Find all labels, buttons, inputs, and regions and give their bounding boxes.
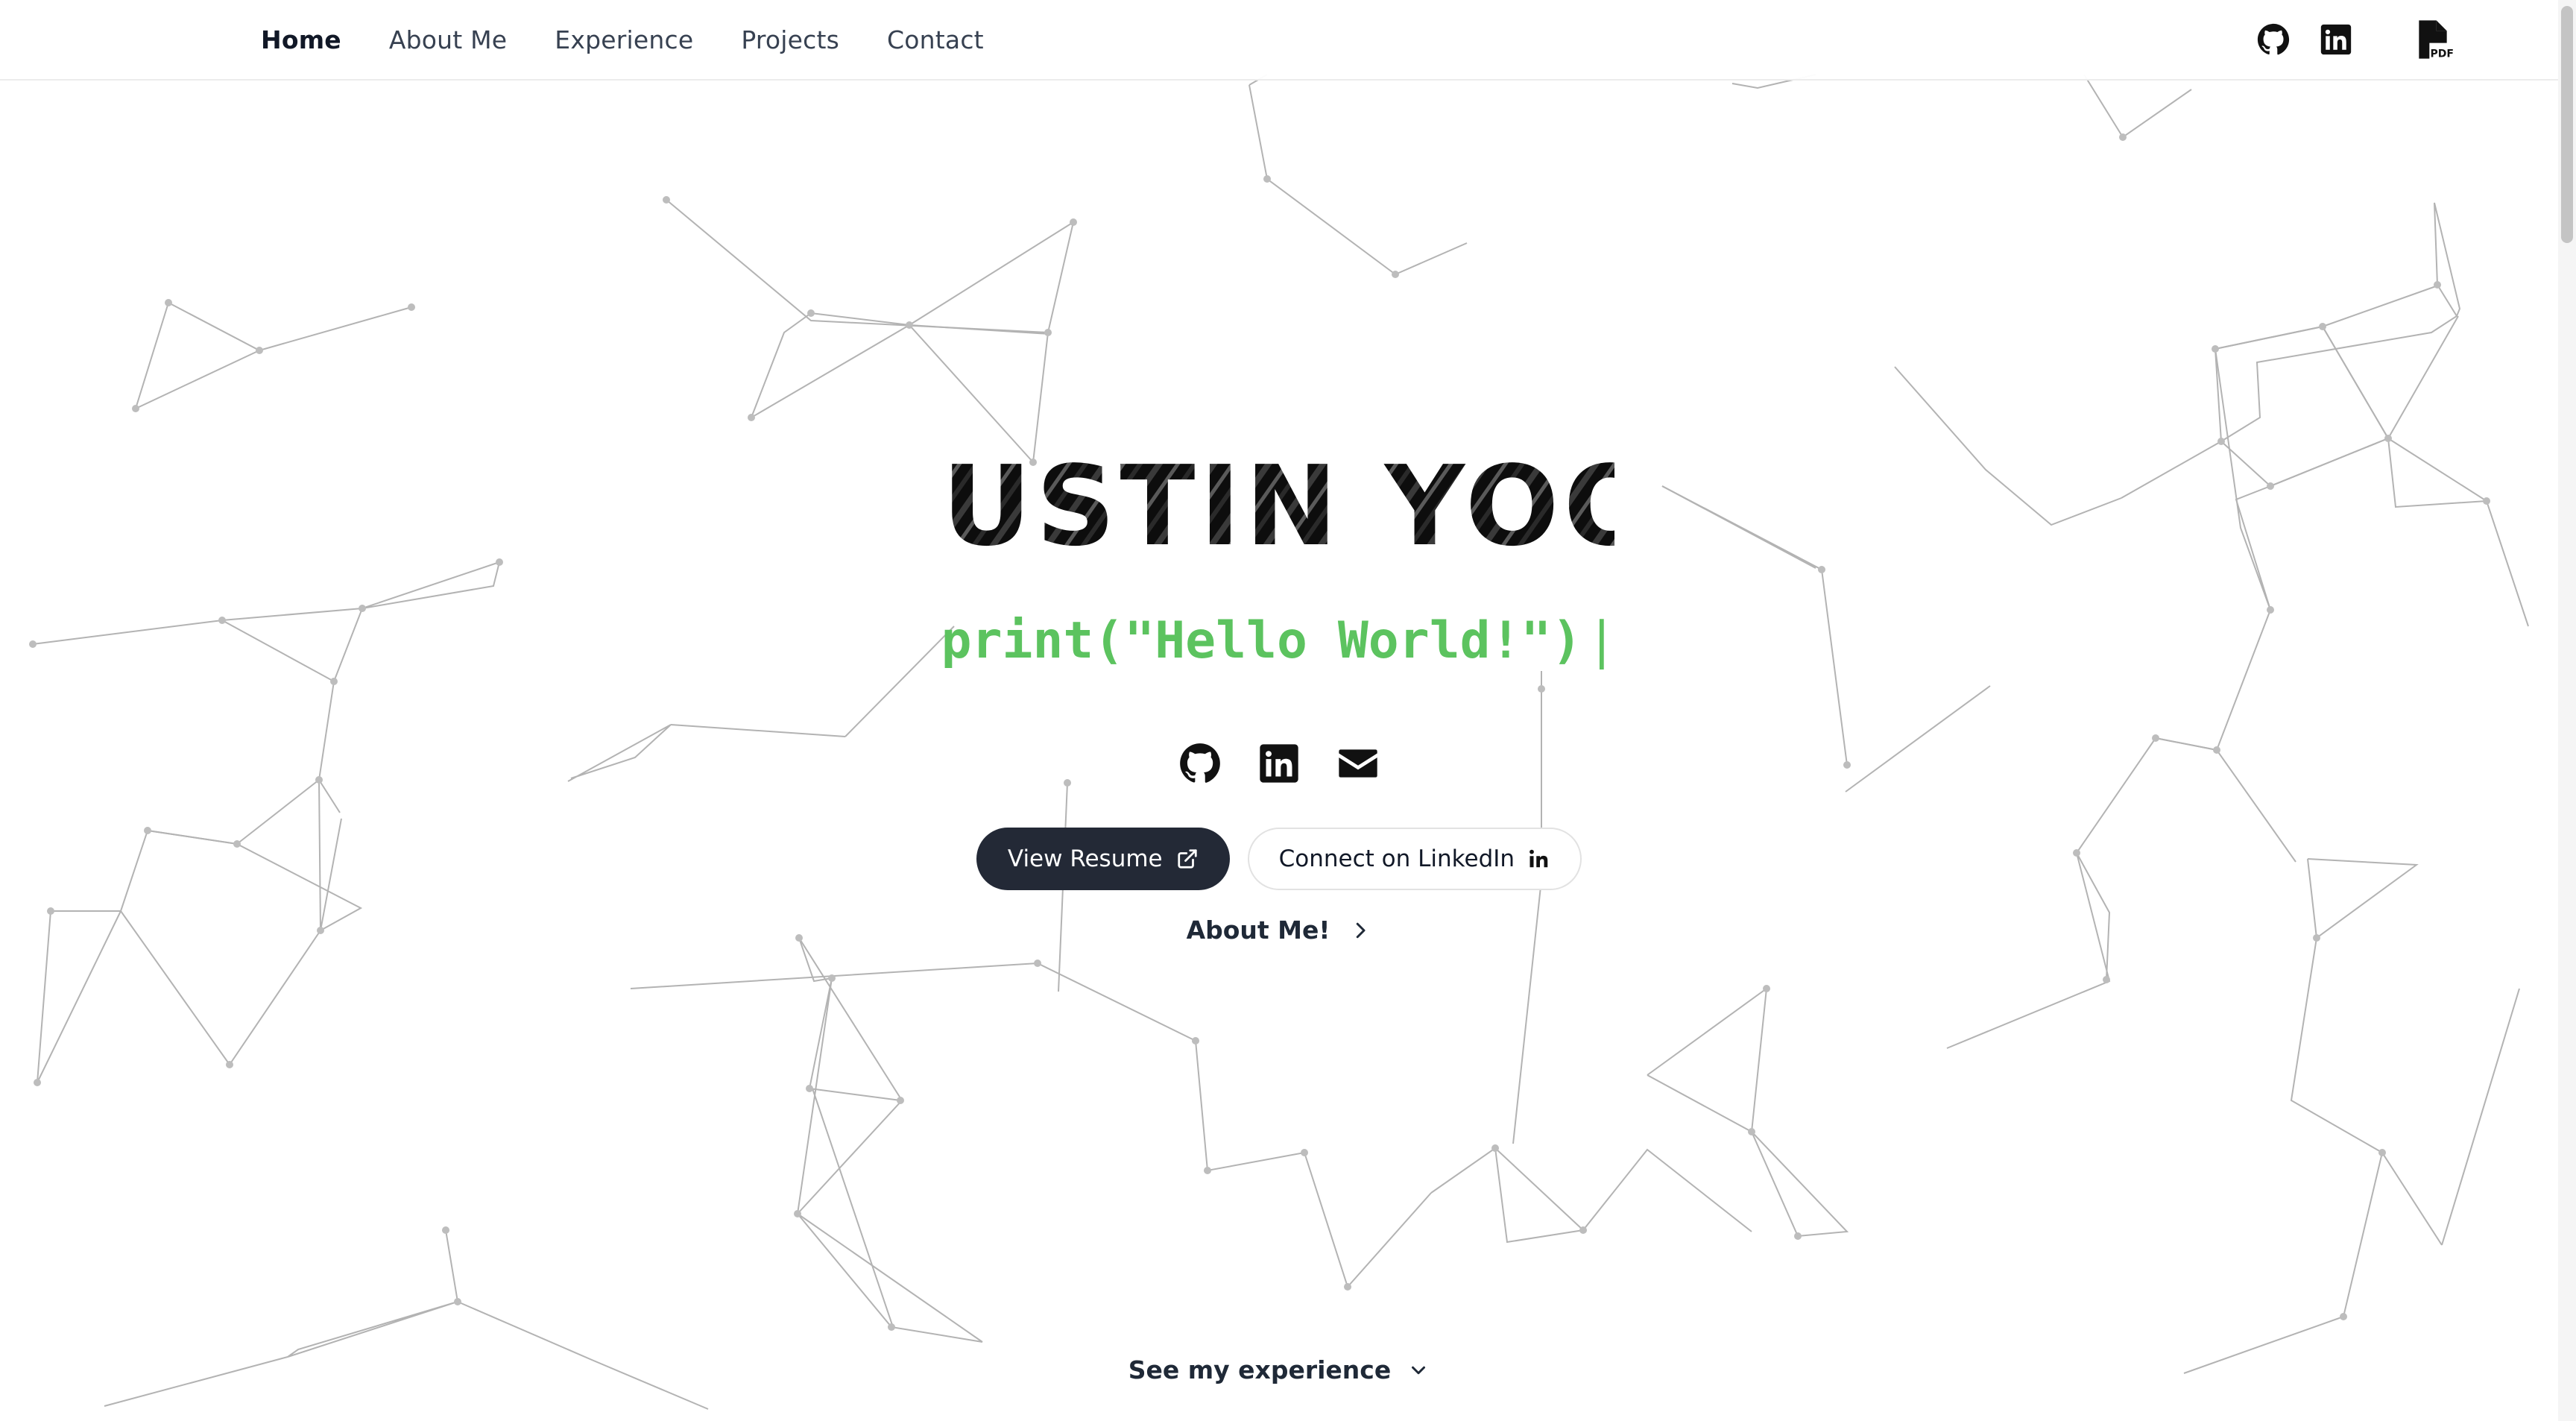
view-resume-button[interactable]: View Resume (976, 828, 1230, 890)
nav-icons: PDF (2257, 0, 2454, 79)
chevron-down-icon (1412, 1366, 1426, 1374)
linkedin-icon[interactable] (1258, 743, 1300, 784)
top-navbar: Home About Me Experience Projects Contac… (0, 0, 2558, 81)
github-icon[interactable] (2257, 23, 2290, 56)
nav-projects[interactable]: Projects (741, 25, 839, 54)
envelope-icon[interactable] (1337, 743, 1379, 784)
typing-code-line: print("Hello World!")| (0, 611, 2558, 670)
hero-name-text: JUSTIN YOO (944, 455, 1614, 559)
nav-contact[interactable]: Contact (887, 25, 984, 54)
hero-section: JUSTIN YOO print("Hello World!")| View R… (0, 0, 2558, 1421)
svg-text:PDF: PDF (2431, 48, 2454, 60)
hero-button-row: View Resume Connect on LinkedIn (0, 828, 2558, 890)
scrollbar-thumb[interactable] (2561, 6, 2573, 243)
nav-home[interactable]: Home (261, 25, 341, 54)
about-me-label: About Me! (1186, 916, 1330, 945)
linkedin-icon[interactable] (2320, 23, 2352, 56)
view-resume-label: View Resume (1007, 845, 1163, 872)
see-experience-label: See my experience (1128, 1355, 1392, 1384)
hero-name: JUSTIN YOO (0, 455, 2558, 559)
github-icon[interactable] (1179, 743, 1221, 784)
linkedin-text-icon (1530, 849, 1548, 868)
typing-cursor: | (1586, 611, 1617, 670)
code-text: print("Hello World!") (941, 611, 1582, 670)
pdf-file-icon[interactable]: PDF (2412, 19, 2454, 60)
connect-linkedin-button[interactable]: Connect on LinkedIn (1247, 828, 1582, 890)
hero-name-svg: JUSTIN YOO (944, 455, 1614, 559)
see-experience-link[interactable]: See my experience (0, 1355, 2558, 1384)
nav-about-me[interactable]: About Me (389, 25, 507, 54)
about-me-link[interactable]: About Me! (0, 916, 2558, 945)
nav-links: Home About Me Experience Projects Contac… (261, 0, 984, 79)
social-icon-row (0, 743, 2558, 784)
connect-linkedin-label: Connect on LinkedIn (1278, 845, 1515, 872)
chevron-right-icon (1357, 922, 1366, 938)
external-link-icon (1178, 849, 1197, 869)
nav-experience[interactable]: Experience (555, 25, 693, 54)
